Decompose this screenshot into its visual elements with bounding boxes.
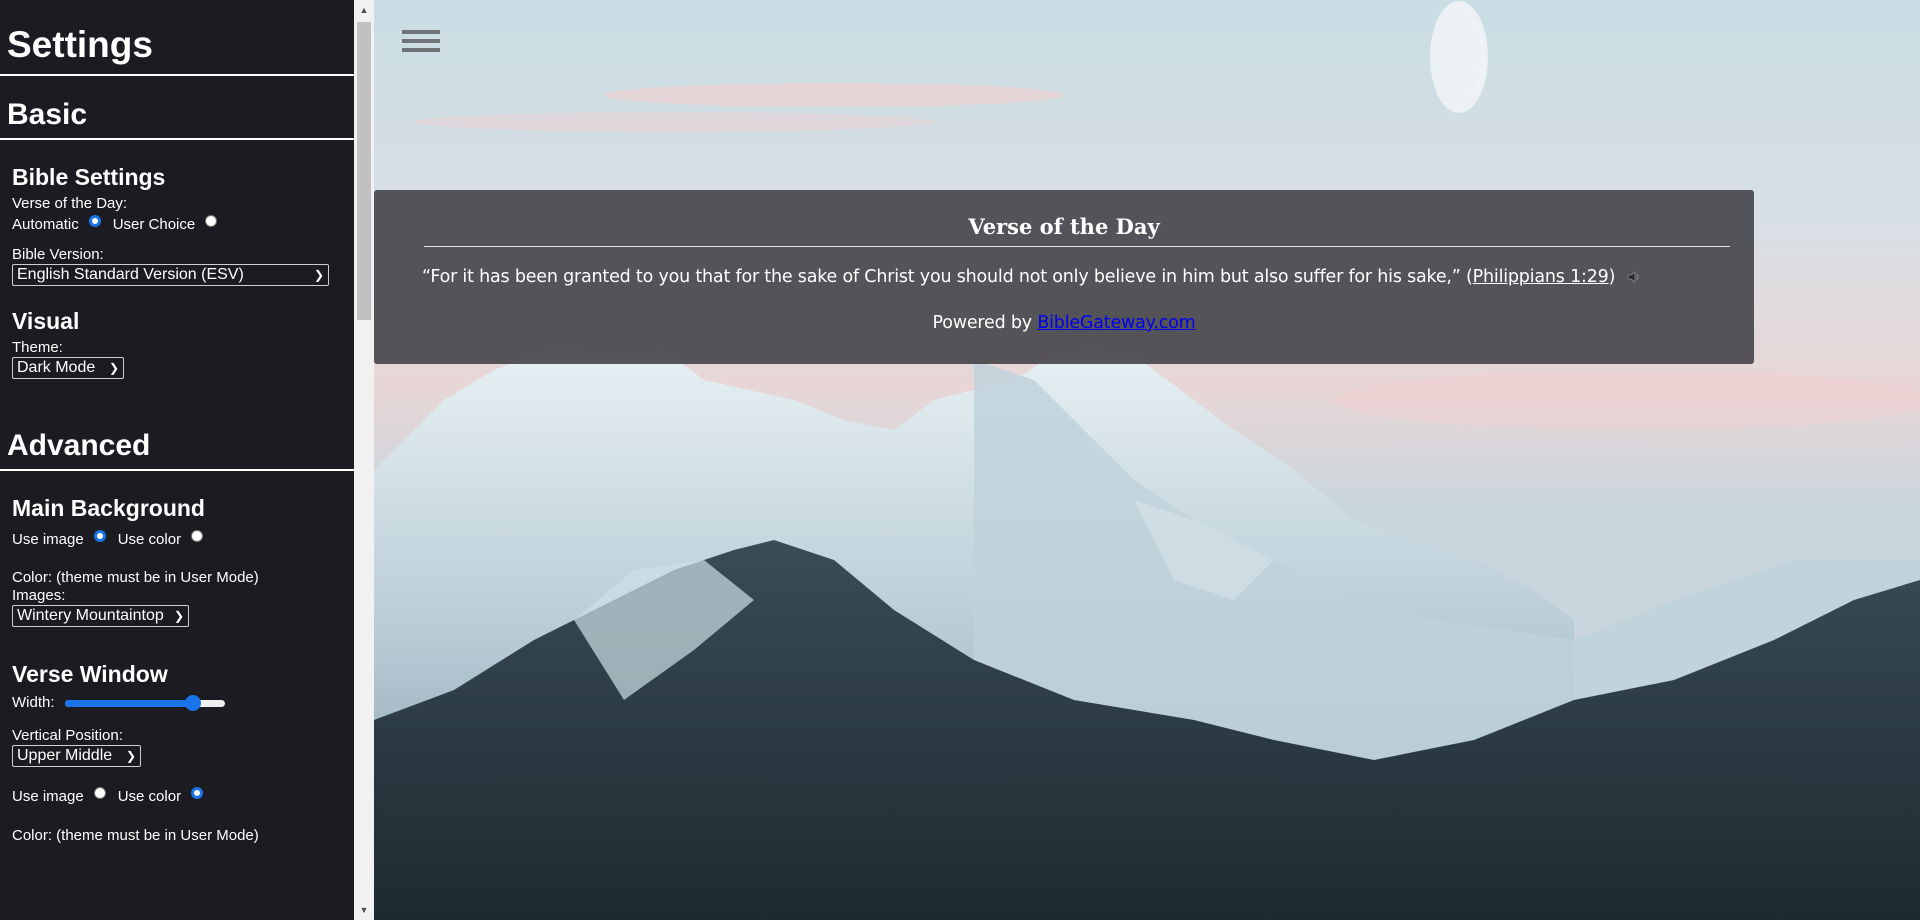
images-label: Images: xyxy=(12,587,66,604)
sidebar-scrollbar[interactable]: ▲ ▼ xyxy=(354,0,374,920)
width-row: Width: xyxy=(12,694,354,711)
bible-version-select[interactable]: English Standard Version (ESV) ❯ xyxy=(12,264,329,286)
speaker-icon[interactable] xyxy=(1627,271,1641,283)
use-color-label: Use color xyxy=(117,787,182,805)
basic-heading: Basic xyxy=(0,76,354,140)
verse-window-heading: Verse Window xyxy=(12,661,168,687)
verse-text: “For it has been granted to you that for… xyxy=(422,267,1461,287)
main-bg-color-label: Color: (theme must be in User Mode) xyxy=(12,569,259,586)
settings-title: Settings xyxy=(0,0,354,76)
main-background-section: Main Background Use image Use color Colo… xyxy=(0,471,354,845)
user-choice-label: User Choice xyxy=(112,215,196,233)
use-image-label: Use image xyxy=(12,787,84,805)
bible-version-value: English Standard Version (ESV) xyxy=(17,266,244,283)
bible-settings-heading: Bible Settings xyxy=(12,164,166,190)
verse-card-title: Verse of the Day xyxy=(968,214,1160,239)
verse-of-the-day-card: Verse of the Day “For it has been grante… xyxy=(374,190,1754,364)
use-color-label: Use color xyxy=(117,530,182,548)
vertical-position-value: Upper Middle xyxy=(17,747,113,764)
mountain-background-image xyxy=(374,0,1920,920)
chevron-down-icon: ❯ xyxy=(125,749,136,763)
width-label: Width: xyxy=(12,694,55,711)
slider-fill xyxy=(64,699,193,707)
votd-radio-group: Automatic User Choice xyxy=(12,213,354,235)
theme-select[interactable]: Dark Mode ❯ xyxy=(12,357,124,379)
verse-text-row: “For it has been granted to you that for… xyxy=(374,247,1754,287)
chevron-down-icon: ❯ xyxy=(313,268,324,282)
images-value: Wintery Mountaintop xyxy=(17,607,164,624)
main-bg-radio-group: Use image Use color xyxy=(12,528,354,550)
vertical-position-label: Vertical Position: xyxy=(12,727,123,744)
main-bg-use-color-radio[interactable] xyxy=(191,530,204,542)
chevron-down-icon: ❯ xyxy=(108,361,119,375)
verse-window-color-label: Color: (theme must be in User Mode) xyxy=(12,827,259,844)
automatic-label: Automatic xyxy=(12,215,79,233)
votd-label: Verse of the Day: xyxy=(12,195,128,212)
bible-settings-section: Bible Settings Verse of the Day: Automat… xyxy=(0,140,354,379)
verse-window-radio-group: Use image Use color xyxy=(12,785,354,807)
use-image-label: Use image xyxy=(12,530,84,548)
visual-heading: Visual xyxy=(12,308,80,334)
hamburger-menu-icon[interactable] xyxy=(402,30,440,56)
automatic-radio[interactable] xyxy=(88,215,101,227)
main-bg-use-image-radio[interactable] xyxy=(93,530,106,542)
powered-by-label: Powered by xyxy=(932,313,1038,333)
theme-label: Theme: xyxy=(12,339,63,356)
scroll-up-arrow-icon[interactable]: ▲ xyxy=(354,2,374,18)
vertical-position-select[interactable]: Upper Middle ❯ xyxy=(12,745,141,767)
powered-by-row: Powered by BibleGateway.com xyxy=(374,287,1754,333)
verse-window-use-image-radio[interactable] xyxy=(93,787,106,799)
verse-window-use-color-radio[interactable] xyxy=(191,787,204,799)
settings-sidebar: Settings Basic Bible Settings Verse of t… xyxy=(0,0,354,920)
main-background-heading: Main Background xyxy=(12,495,205,521)
bible-version-label: Bible Version: xyxy=(12,246,104,263)
images-select[interactable]: Wintery Mountaintop ❯ xyxy=(12,605,189,627)
scrollbar-thumb[interactable] xyxy=(357,22,371,320)
scroll-down-arrow-icon[interactable]: ▼ xyxy=(354,902,374,918)
verse-reference-link[interactable]: Philippians 1:29 xyxy=(1473,267,1609,287)
user-choice-radio[interactable] xyxy=(205,215,218,227)
theme-value: Dark Mode xyxy=(17,359,96,376)
chevron-down-icon: ❯ xyxy=(173,609,184,623)
open-paren: ( xyxy=(1466,267,1473,287)
verse-width-slider[interactable] xyxy=(64,694,225,711)
close-paren: ) xyxy=(1608,267,1616,287)
advanced-heading: Advanced xyxy=(0,407,354,471)
slider-thumb[interactable] xyxy=(184,694,201,711)
biblegateway-link[interactable]: BibleGateway.com xyxy=(1037,313,1195,333)
main-area: Verse of the Day “For it has been grante… xyxy=(374,0,1920,920)
